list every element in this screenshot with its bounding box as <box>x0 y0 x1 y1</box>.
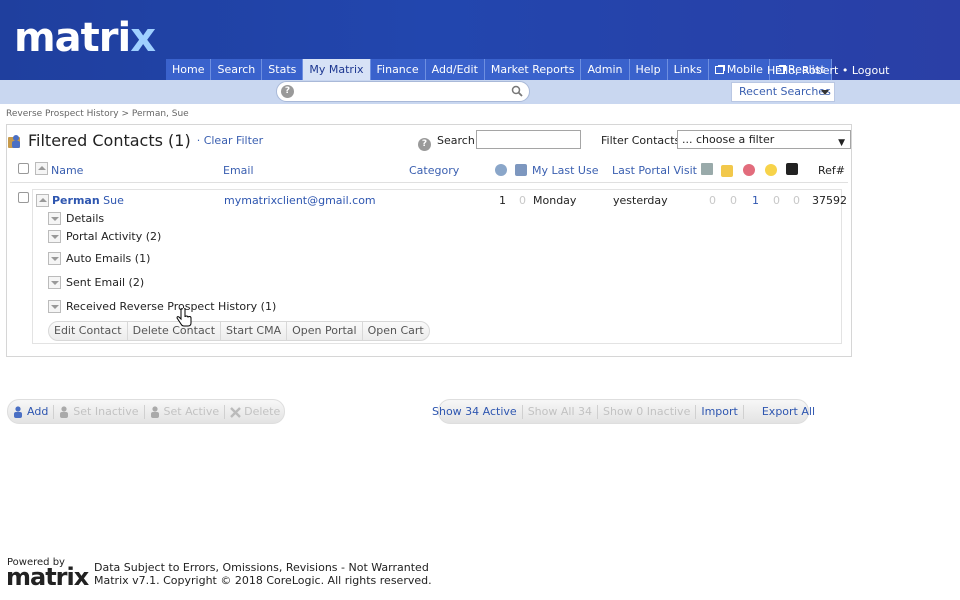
chevron-down-icon <box>821 90 829 95</box>
tab-market-reports[interactable]: Market Reports <box>484 59 582 80</box>
delete-button[interactable]: Delete <box>225 405 285 419</box>
list-filter-bar: Show 34 Active Show All 34 Show 0 Inacti… <box>432 399 815 424</box>
set-active-button[interactable]: Set Active <box>145 404 226 419</box>
filter-contacts-select[interactable]: ... choose a filter ▼ <box>677 130 851 149</box>
ref-value: 37592 <box>812 194 847 207</box>
show-active-button[interactable]: Show 34 Active <box>427 404 523 419</box>
cart-count: 0 <box>709 194 716 207</box>
search-icon[interactable] <box>511 85 523 97</box>
card-count: 0 <box>519 194 526 207</box>
main-nav: Home Search Stats My Matrix Finance Add/… <box>166 59 832 80</box>
contact-search-input[interactable] <box>476 130 581 149</box>
tab-my-matrix[interactable]: My Matrix <box>303 59 371 80</box>
search-label: Search: <box>437 134 479 147</box>
delete-x-icon <box>230 406 241 418</box>
section-auto-emails[interactable]: Auto Emails (1) <box>48 252 150 265</box>
hand-cursor-icon <box>176 308 192 327</box>
section-reverse-prospect[interactable]: Received Reverse Prospect History (1) <box>48 300 276 313</box>
matrix-logo[interactable]: matrix <box>14 16 156 60</box>
contact-actions: Edit Contact Delete Contact Start CMA Op… <box>48 321 430 341</box>
trash-icon[interactable] <box>786 163 798 175</box>
expand-icon <box>48 300 61 313</box>
expand-icon <box>48 212 61 225</box>
page-title: Filtered Contacts (1) · Clear Filter <box>8 131 263 150</box>
open-portal-button[interactable]: Open Portal <box>287 322 363 340</box>
breadcrumb: Reverse Prospect History > Perman, Sue <box>6 109 189 119</box>
favorite-count[interactable]: 1 <box>752 194 759 207</box>
logout-link[interactable]: Logout <box>852 64 890 77</box>
section-details[interactable]: Details <box>48 212 104 225</box>
tab-finance[interactable]: Finance <box>370 59 426 80</box>
bulk-actions-bar: Add Set Inactive Set Active Delete <box>7 399 285 424</box>
row-checkbox[interactable] <box>18 192 29 203</box>
delete-contact-button[interactable]: Delete Contact <box>128 322 222 340</box>
show-inactive-button[interactable]: Show 0 Inactive <box>598 404 697 419</box>
quick-search-input[interactable]: ? <box>276 81 530 102</box>
start-cma-button[interactable]: Start CMA <box>221 322 288 340</box>
possibility-count: 0 <box>773 194 780 207</box>
set-inactive-button[interactable]: Set Inactive <box>54 404 145 419</box>
user-icon <box>150 405 159 418</box>
tab-stats[interactable]: Stats <box>262 59 304 80</box>
chevron-down-icon: ▼ <box>838 138 845 148</box>
expand-icon <box>48 276 61 289</box>
window-icon <box>714 65 724 74</box>
col-email[interactable]: Email <box>223 164 254 177</box>
heart-icon[interactable] <box>743 164 755 176</box>
contact-name-link[interactable]: Perman Sue <box>52 194 124 207</box>
tab-home[interactable]: Home <box>166 59 212 80</box>
discard-count: 0 <box>793 194 800 207</box>
export-all-button[interactable]: Export All <box>744 405 820 419</box>
show-all-button[interactable]: Show All 34 <box>523 404 599 419</box>
import-button[interactable]: Import <box>696 404 744 419</box>
filter-label: Filter Contacts: <box>601 134 684 147</box>
add-button[interactable]: Add <box>8 404 55 419</box>
col-name[interactable]: Name <box>51 164 83 177</box>
col-last-portal-visit[interactable]: Last Portal Visit <box>612 164 697 177</box>
edit-contact-button[interactable]: Edit Contact <box>49 322 128 340</box>
folder-count: 0 <box>730 194 737 207</box>
tab-add-edit[interactable]: Add/Edit <box>425 59 485 80</box>
user-add-icon <box>14 405 22 418</box>
tab-admin[interactable]: Admin <box>581 59 630 80</box>
clear-filter-link[interactable]: · Clear Filter <box>197 134 264 147</box>
expand-icon <box>48 230 61 243</box>
footer-copyright: Matrix v7.1. Copyright © 2018 CoreLogic.… <box>94 574 432 587</box>
app-header: matrix Home Search Stats My Matrix Finan… <box>0 0 960 80</box>
sort-up-icon[interactable] <box>35 162 48 175</box>
collapse-icon[interactable] <box>36 194 49 207</box>
expand-icon <box>48 252 61 265</box>
col-category[interactable]: Category <box>409 164 459 177</box>
lightbulb-icon[interactable] <box>765 164 777 176</box>
col-my-last-use[interactable]: My Last Use <box>532 164 598 177</box>
contacts-icon <box>8 134 20 148</box>
tab-mobile[interactable]: Mobile <box>708 59 770 80</box>
tab-search[interactable]: Search <box>211 59 263 80</box>
select-all-checkbox[interactable] <box>18 163 29 174</box>
tab-help[interactable]: Help <box>629 59 668 80</box>
last-use-value: Monday <box>533 194 577 207</box>
section-sent-email[interactable]: Sent Email (2) <box>48 276 144 289</box>
table-header: Name Email Category My Last Use Last Por… <box>10 157 848 183</box>
open-cart-button[interactable]: Open Cart <box>363 322 429 340</box>
folder-icon[interactable] <box>721 165 733 177</box>
portal-visit-value: yesterday <box>613 194 668 207</box>
user-icon <box>60 405 69 418</box>
help-icon[interactable]: ? <box>281 85 294 98</box>
contact-email-link[interactable]: mymatrixclient@gmail.com <box>224 194 376 207</box>
recent-searches-dropdown[interactable]: Recent Searches <box>731 82 835 102</box>
help-icon[interactable]: ? <box>418 138 431 151</box>
footer-disclaimer: Data Subject to Errors, Omissions, Revis… <box>94 561 429 574</box>
portal-user-icon[interactable] <box>495 164 507 176</box>
portal-count: 1 <box>499 194 506 207</box>
col-ref: Ref# <box>818 164 846 177</box>
section-portal-activity[interactable]: Portal Activity (2) <box>48 230 161 243</box>
contact-card-icon[interactable] <box>515 164 527 176</box>
user-greeting: Hello, Robert • Logout <box>767 64 890 77</box>
tab-links[interactable]: Links <box>667 59 709 80</box>
cart-icon[interactable] <box>701 163 713 175</box>
footer-matrix-logo: matrix <box>6 563 89 591</box>
